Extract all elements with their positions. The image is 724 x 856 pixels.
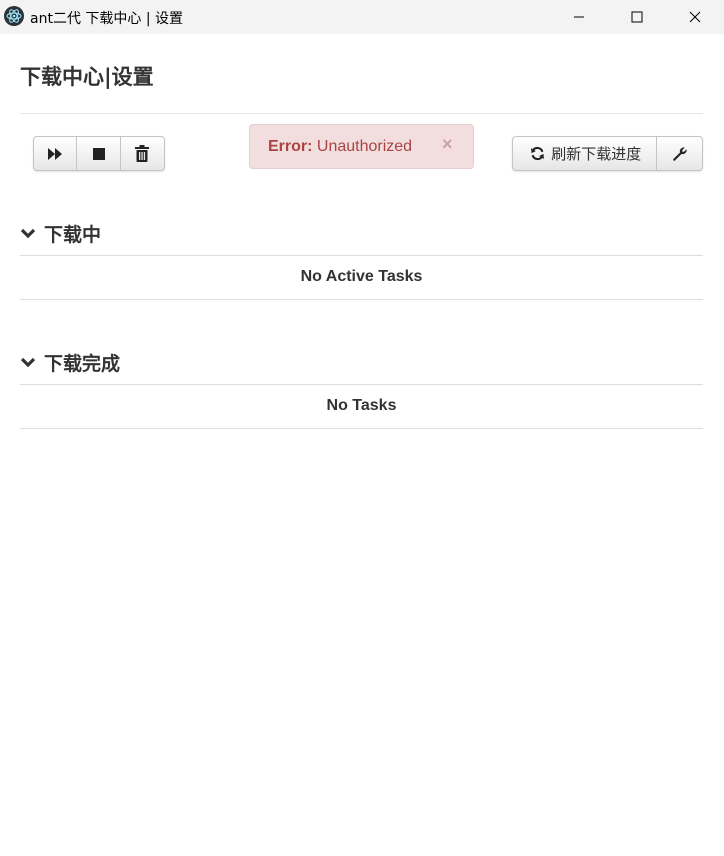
alert-label: Error: [268,138,313,155]
completed-section-title: 下载完成 [44,353,121,375]
minimize-button[interactable] [550,0,608,34]
refresh-progress-button[interactable]: 刷新下载进度 [513,137,658,170]
refresh-progress-label: 刷新下载进度 [551,145,642,163]
fast-forward-icon [48,147,63,160]
downloading-top-divider [20,255,703,256]
completed-bottom-divider [20,428,703,429]
completed-section-header[interactable]: 下载完成 [20,349,120,376]
delete-all-button[interactable] [121,137,164,170]
downloading-section-title: 下载中 [44,224,102,246]
task-actions-group [33,136,165,171]
chevron-down-icon [20,357,36,367]
page-title: 下载中心|设置 [20,65,154,89]
minimize-icon [574,16,584,18]
close-button[interactable] [666,0,724,34]
alert-close-button[interactable]: × [442,135,453,153]
maximize-icon [631,11,643,23]
alert-message: Unauthorized [316,138,413,155]
resume-all-button[interactable] [34,137,78,170]
refresh-icon [531,146,545,161]
stop-icon [92,147,105,160]
settings-button[interactable] [657,137,702,170]
downloading-empty-message: No Active Tasks [300,268,423,285]
wrench-icon [672,146,687,161]
maximize-button[interactable] [608,0,666,34]
stop-all-button[interactable] [77,137,121,170]
alert-text: Error: Unauthorized [268,138,412,156]
window-title: ant二代 下载中心 | 设置 [30,11,184,27]
completed-empty-message: No Tasks [326,397,397,414]
downloading-section-header[interactable]: 下载中 [20,220,101,247]
header-divider [20,113,703,114]
completed-top-divider [20,384,703,385]
electron-app-icon [4,6,24,26]
error-alert: Error: Unauthorized × [249,124,474,169]
refresh-settings-group: 刷新下载进度 [512,136,703,171]
downloading-bottom-divider [20,299,703,300]
close-icon [689,11,701,23]
chevron-down-icon [20,228,36,238]
trash-icon [135,145,150,162]
window-titlebar: ant二代 下载中心 | 设置 [0,0,724,34]
